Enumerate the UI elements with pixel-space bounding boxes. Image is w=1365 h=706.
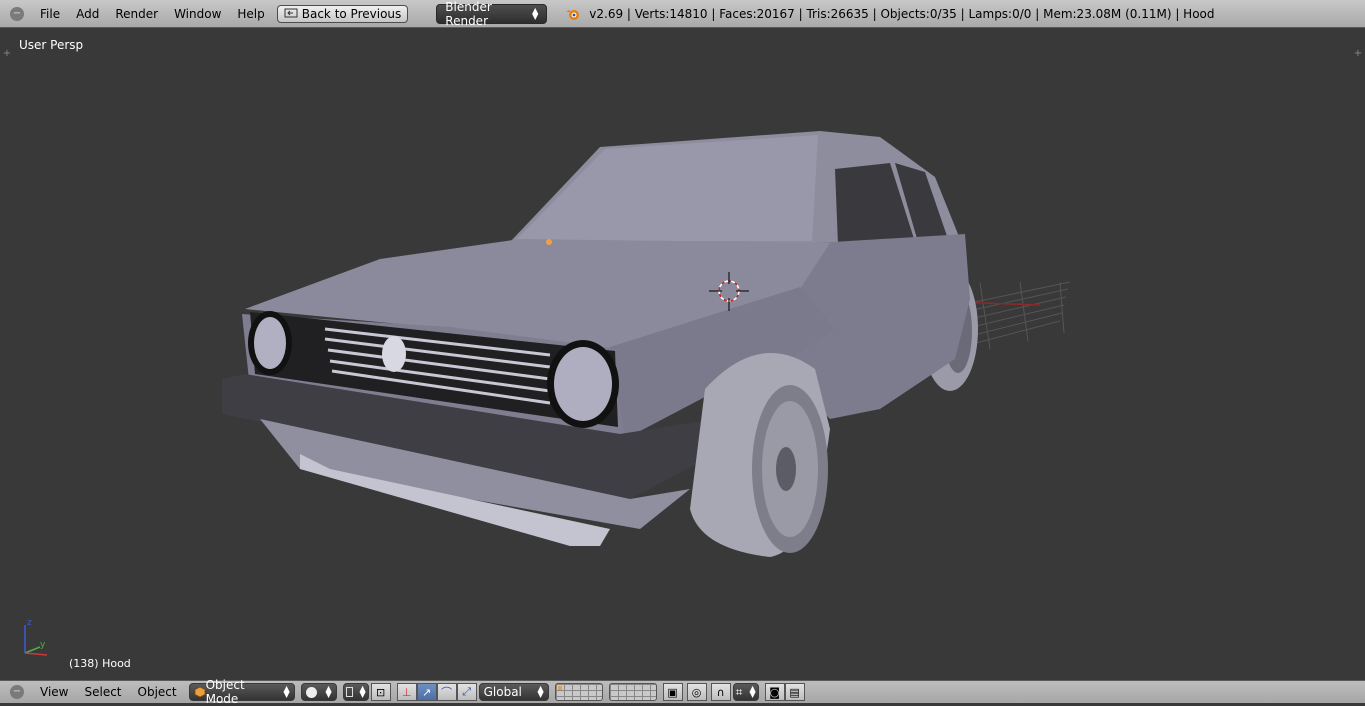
menu-view[interactable]: View bbox=[32, 685, 76, 699]
translate-arrow-icon: ↗ bbox=[422, 685, 432, 699]
render-opengl-image-button[interactable]: ◙ bbox=[764, 683, 785, 701]
blender-logo-icon bbox=[565, 7, 581, 21]
menu-add[interactable]: Add bbox=[68, 0, 107, 28]
viewport-shading-select[interactable]: ▲ ▼ bbox=[300, 683, 337, 701]
dropdown-arrows-icon: ▲ ▼ bbox=[325, 684, 332, 699]
orientation-label: Global bbox=[483, 685, 522, 699]
menu-select[interactable]: Select bbox=[76, 685, 129, 699]
axis-gizmo-icon: z y bbox=[24, 618, 48, 656]
proportional-editing-button[interactable]: ◎ bbox=[686, 683, 707, 701]
camera-icon: ◙ bbox=[769, 685, 780, 699]
rotate-manipulator-button[interactable]: ⌒ bbox=[436, 683, 457, 701]
back-arrow-icon bbox=[284, 7, 298, 21]
badge bbox=[382, 336, 406, 372]
object-origin-dot bbox=[546, 239, 552, 245]
scene-statistics: v2.69 | Verts:14810 | Faces:20167 | Tris… bbox=[589, 6, 1215, 21]
info-header: − File Add Render Window Help Back to Pr… bbox=[0, 0, 1365, 28]
manipulator-toggle-button[interactable]: ⊥ bbox=[396, 683, 417, 701]
pivot-point-select[interactable]: ▲ ▼ bbox=[342, 683, 369, 701]
manipulate-center-points-button[interactable]: ⊡ bbox=[370, 683, 391, 701]
mode-select[interactable]: Object Mode ▲ ▼ bbox=[188, 678, 295, 706]
menu-window[interactable]: Window bbox=[166, 0, 229, 28]
axis-label-y: y bbox=[40, 640, 46, 650]
menu-object[interactable]: Object bbox=[130, 685, 185, 699]
transform-orientation-select[interactable]: Global ▲ ▼ bbox=[478, 683, 549, 701]
rotate-arc-icon: ⌒ bbox=[441, 686, 453, 699]
mode-label: Object Mode bbox=[205, 678, 245, 706]
3d-view-header: − View Select Object Object Mode ▲ ▼ ▲ ▼ ▲… bbox=[0, 678, 1365, 706]
clapperboard-icon: ▤ bbox=[789, 685, 800, 699]
render-opengl-animation-button[interactable]: ▤ bbox=[784, 683, 805, 701]
menu-render[interactable]: Render bbox=[107, 0, 166, 28]
active-layer-dot-icon bbox=[557, 686, 562, 690]
left-headlight bbox=[248, 311, 292, 375]
dropdown-arrows-icon: ▲ ▼ bbox=[283, 684, 290, 699]
layer-lock-icon: ▣ bbox=[667, 685, 678, 699]
front-wheel bbox=[690, 353, 830, 557]
scene-layers-grid-2[interactable] bbox=[608, 683, 657, 701]
menu-help[interactable]: Help bbox=[229, 0, 272, 28]
proportional-circle-icon: ◎ bbox=[691, 685, 702, 699]
windshield bbox=[515, 135, 818, 241]
header-collapse-icon[interactable]: − bbox=[10, 685, 24, 699]
solid-shading-icon bbox=[305, 686, 317, 698]
active-object-info: (138) Hood bbox=[69, 657, 131, 670]
pivot-icon bbox=[345, 687, 354, 697]
magnet-icon: ∩ bbox=[716, 685, 725, 699]
scale-manipulator-button[interactable]: ⤢ bbox=[456, 683, 477, 701]
snap-element-select[interactable]: ⌗ ▲ ▼ bbox=[732, 683, 759, 701]
menu-file[interactable]: File bbox=[32, 0, 68, 28]
manipulator-icon: ⊥ bbox=[401, 685, 412, 699]
scene-render: z y bbox=[24, 131, 1071, 656]
center-points-icon: ⊡ bbox=[376, 685, 386, 699]
object-mode-icon bbox=[194, 686, 206, 698]
layer-lock-button[interactable]: ▣ bbox=[662, 683, 683, 701]
3d-viewport[interactable]: + + User Persp z y (138) Hood bbox=[0, 29, 1365, 678]
render-engine-select[interactable]: Blender Render ▲ ▼ bbox=[436, 0, 548, 28]
scene-layers-grid-1[interactable] bbox=[554, 683, 603, 701]
axis-label-z: z bbox=[27, 618, 32, 628]
render-engine-label: Blender Render bbox=[445, 0, 492, 28]
header-collapse-icon[interactable]: − bbox=[10, 6, 24, 21]
dropdown-arrows-icon: ▲ ▼ bbox=[749, 684, 756, 699]
translate-manipulator-button[interactable]: ↗ bbox=[416, 683, 437, 701]
back-to-previous-button[interactable]: Back to Previous bbox=[276, 4, 409, 23]
dropdown-arrows-icon: ▲ ▼ bbox=[537, 684, 544, 699]
dropdown-arrows-icon: ▲ ▼ bbox=[359, 684, 366, 699]
scale-icon: ⤢ bbox=[462, 685, 472, 698]
dropdown-arrows-icon: ▲ ▼ bbox=[532, 5, 539, 21]
right-headlight bbox=[547, 340, 619, 428]
back-to-previous-label: Back to Previous bbox=[301, 6, 402, 21]
snap-increment-icon: ⌗ bbox=[735, 684, 743, 699]
snap-toggle-button[interactable]: ∩ bbox=[710, 683, 731, 701]
